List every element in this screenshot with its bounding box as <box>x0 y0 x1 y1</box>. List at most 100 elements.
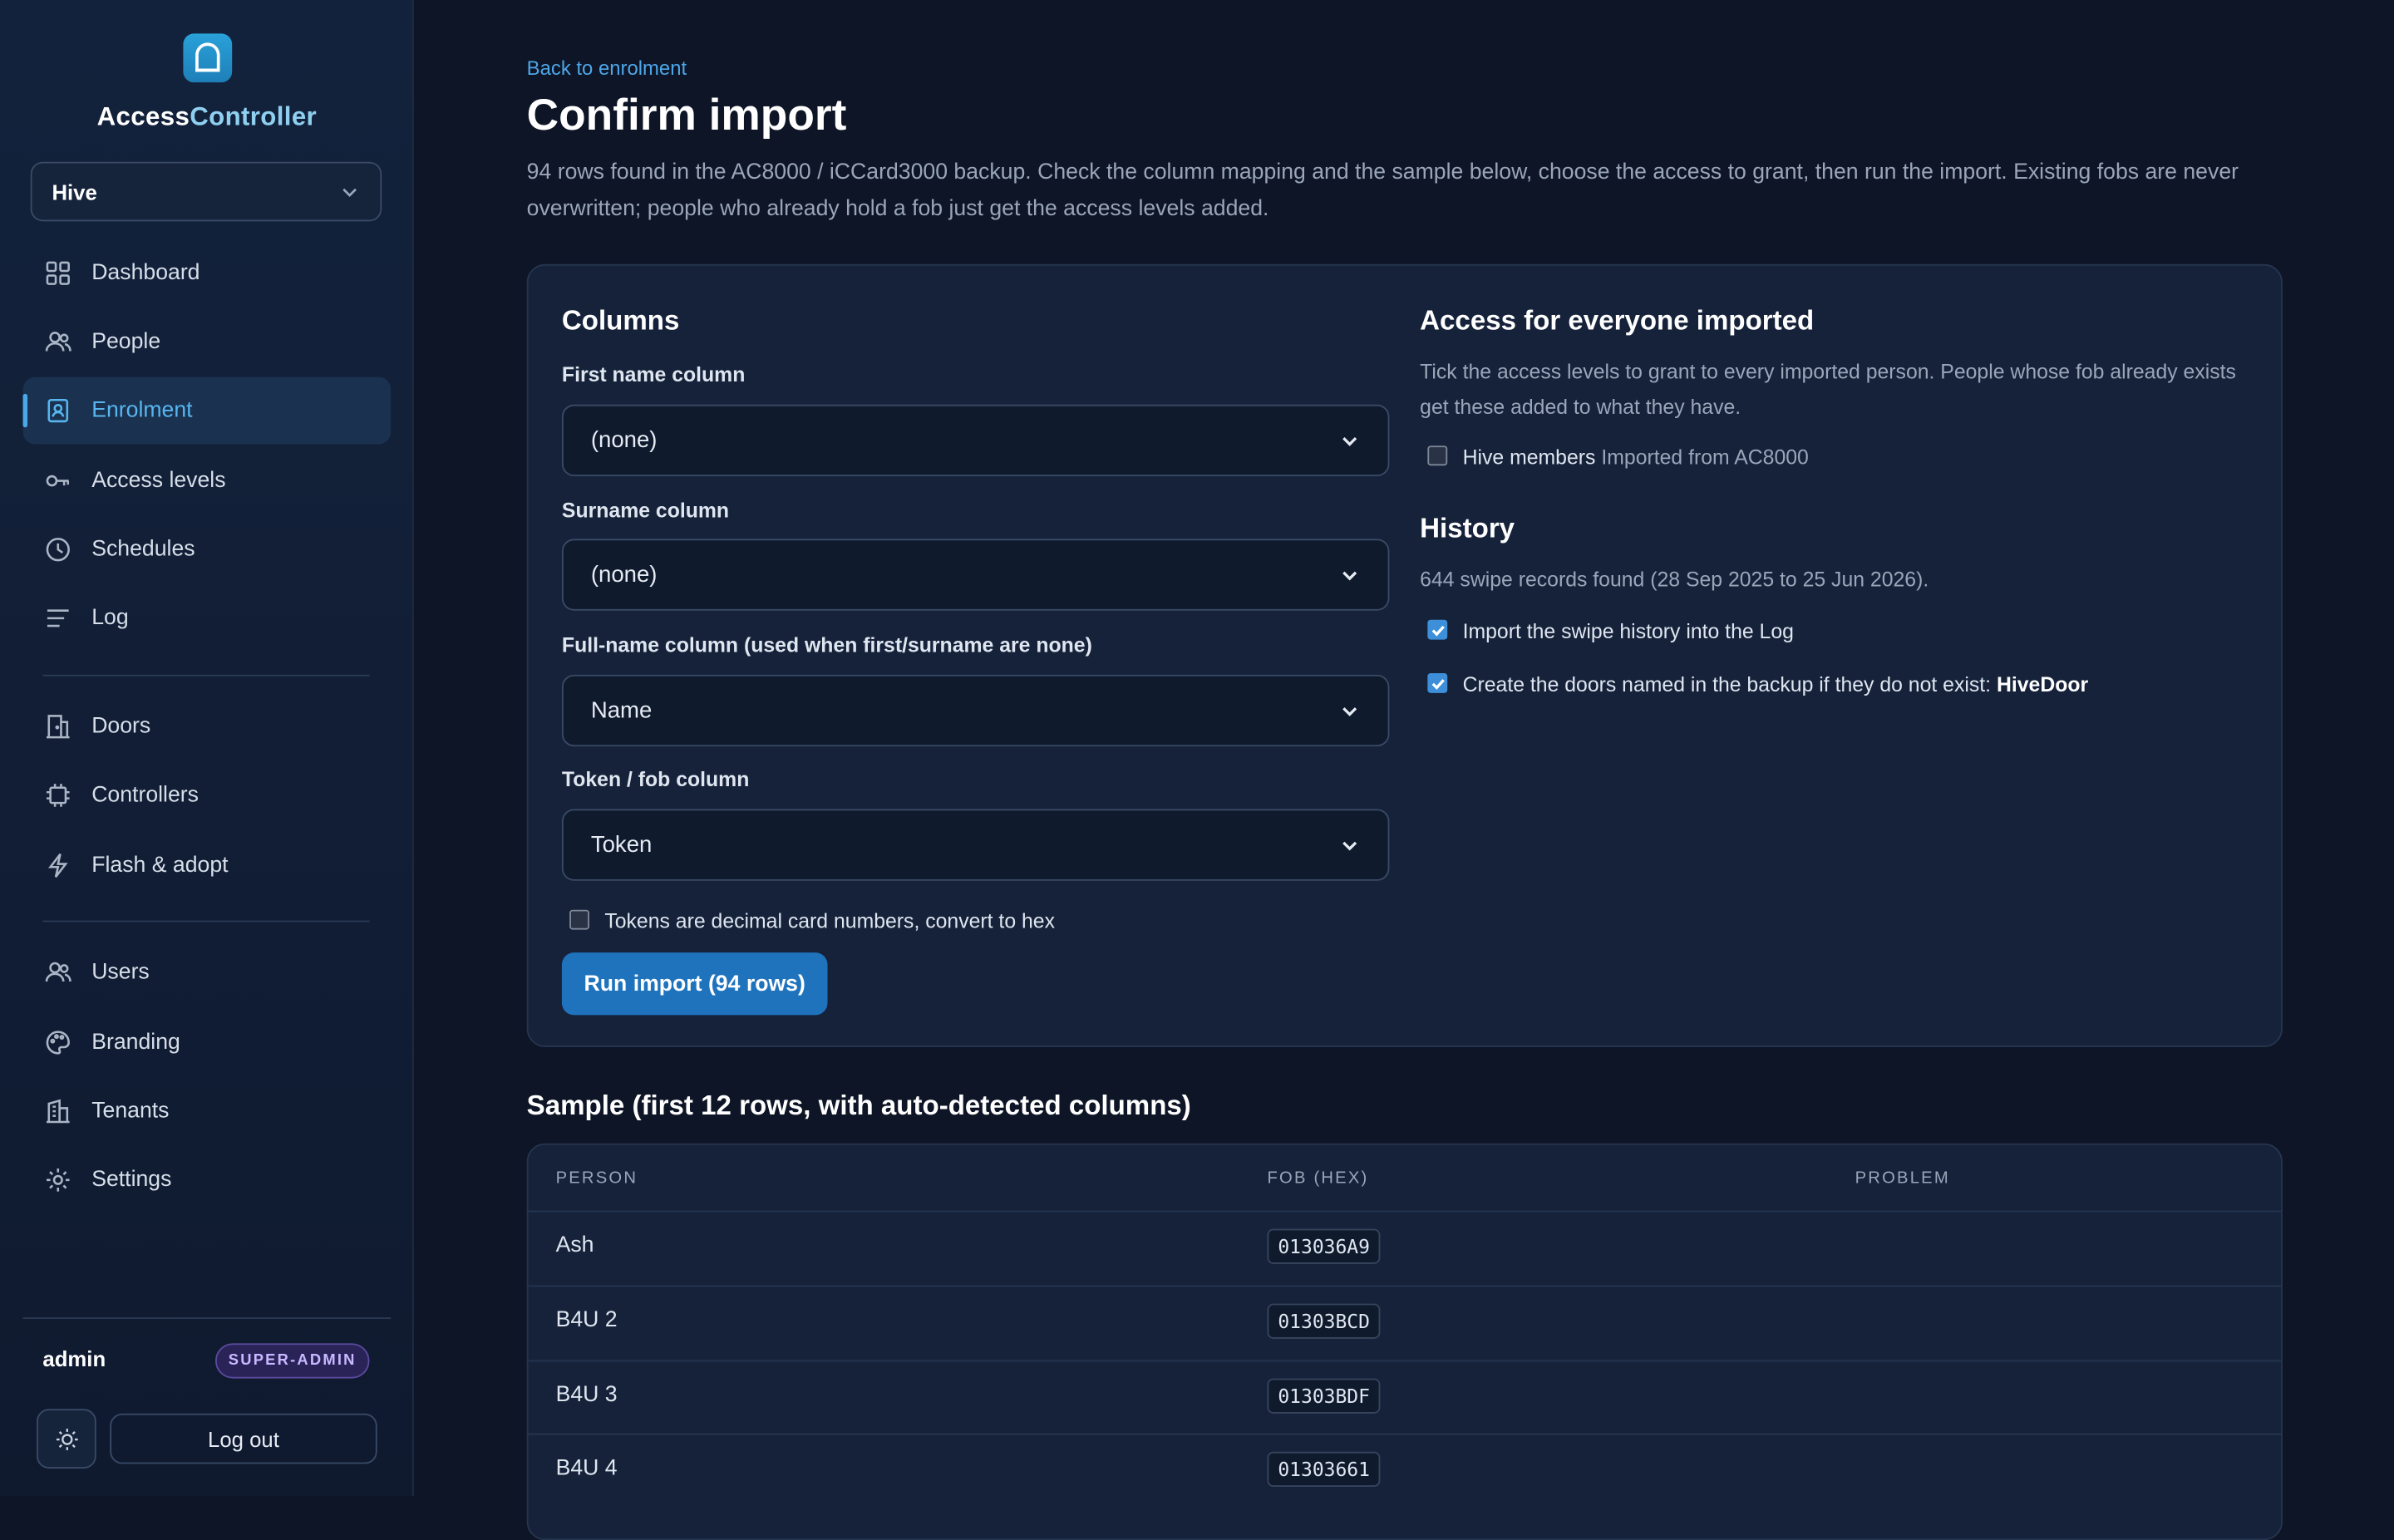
person-cell: B4U 3 <box>555 1383 618 1408</box>
column-header-fob: FOB (HEX) <box>1267 1169 1369 1188</box>
users-icon <box>44 958 71 986</box>
access-level-label: Hive members Imported from AC8000 <box>1463 445 1809 469</box>
access-description: Tick the access levels to grant to every… <box>1420 360 2236 419</box>
select-value: (none) <box>590 561 658 588</box>
nav-item-label: Enrolment <box>91 398 193 423</box>
nav-item-label: Tenants <box>91 1099 170 1124</box>
nav-item-users[interactable]: Users <box>23 939 392 1006</box>
nav-item-label: Controllers <box>91 783 199 808</box>
door-icon <box>44 713 71 740</box>
tenant-select[interactable]: Hive <box>30 161 382 222</box>
app-logo-icon[interactable] <box>183 33 233 83</box>
select-value: (none) <box>590 427 658 454</box>
theme-toggle-button[interactable] <box>37 1409 96 1469</box>
table-row: Ash 013036A9 <box>528 1210 2282 1287</box>
create-doors-checkbox[interactable] <box>1427 672 1448 693</box>
select-value: Name <box>590 697 653 724</box>
fob-cell: 013036A9 <box>1267 1228 1381 1264</box>
full-name-column-label: Full-name column (used when first/surnam… <box>561 633 1092 657</box>
decimal-tokens-checkbox[interactable] <box>569 909 589 930</box>
nav-item-label: Access levels <box>91 468 226 494</box>
tenant-select-value: Hive <box>52 179 97 204</box>
people-icon <box>44 328 71 356</box>
gear-icon <box>44 1166 71 1193</box>
table-row: B4U 2 01303BCD <box>528 1285 2282 1362</box>
nav-item-label: Users <box>91 960 150 985</box>
nav-item-branding[interactable]: Branding <box>23 1009 392 1076</box>
nav-item-label: Branding <box>91 1030 180 1055</box>
history-title: History <box>1420 513 1515 544</box>
clock-icon <box>44 536 71 563</box>
full-name-column-select[interactable]: Name <box>561 674 1390 747</box>
access-title: Access for everyone imported <box>1420 305 1815 337</box>
nav-item-doors[interactable]: Doors <box>23 693 392 760</box>
current-user-name: admin <box>42 1346 106 1371</box>
nav-item-dashboard[interactable]: Dashboard <box>23 239 392 307</box>
columns-title: Columns <box>561 305 680 337</box>
app-name: AccessController <box>96 102 318 131</box>
nav-item-controllers[interactable]: Controllers <box>23 762 392 829</box>
user-divider <box>22 1317 392 1319</box>
import-swipes-checkbox[interactable] <box>1427 619 1448 640</box>
fob-cell: 01303661 <box>1267 1451 1381 1487</box>
sun-icon <box>56 1428 77 1449</box>
role-badge: SUPER-ADMIN <box>214 1343 370 1379</box>
check-icon <box>1431 678 1444 689</box>
decimal-tokens-label: Tokens are decimal card numbers, convert… <box>604 909 1055 933</box>
nav-item-access-levels[interactable]: Access levels <box>23 447 392 514</box>
sample-table: PERSON FOB (HEX) PROBLEM Ash 013036A9 B4… <box>526 1143 2283 1540</box>
person-cell: B4U 4 <box>555 1456 618 1481</box>
import-swipes-label: Import the swipe history into the Log <box>1462 619 1794 643</box>
chevron-down-icon <box>342 187 357 197</box>
nav-item-label: People <box>91 329 161 355</box>
back-to-enrolment-link[interactable]: Back to enrolment <box>527 57 687 80</box>
enrolment-icon <box>44 397 71 425</box>
column-header-person: PERSON <box>555 1169 638 1188</box>
history-summary: 644 swipe records found (28 Sep 2025 to … <box>1420 568 1929 591</box>
nav-divider <box>42 674 370 677</box>
surname-column-select[interactable]: (none) <box>561 539 1390 611</box>
person-cell: B4U 2 <box>555 1308 618 1333</box>
fob-cell: 01303BDF <box>1267 1378 1381 1414</box>
access-level-checkbox[interactable] <box>1427 445 1448 466</box>
first-name-column-select[interactable]: (none) <box>561 404 1390 477</box>
chip-icon <box>44 781 71 809</box>
main-content: Back to enrolment Confirm import 94 rows… <box>414 0 2394 1540</box>
nav-item-label: Flash & adopt <box>91 853 229 878</box>
first-name-column-label: First name column <box>561 363 746 386</box>
nav-item-tenants[interactable]: Tenants <box>23 1078 392 1145</box>
nav-item-label: Dashboard <box>91 261 200 286</box>
run-import-button[interactable]: Run import (94 rows) <box>561 952 828 1016</box>
access-level-note: Imported from AC8000 <box>1601 445 1809 469</box>
chevron-down-icon <box>1342 436 1357 445</box>
token-column-label: Token / fob column <box>561 767 750 791</box>
chevron-down-icon <box>1342 570 1357 580</box>
nav-item-people[interactable]: People <box>23 308 392 376</box>
nav-item-log[interactable]: Log <box>23 584 392 652</box>
nav-item-enrolment[interactable]: Enrolment <box>22 376 392 445</box>
door-names: HiveDoor <box>1996 672 2089 696</box>
nav-item-settings[interactable]: Settings <box>23 1146 392 1213</box>
nav-item-label: Settings <box>91 1168 172 1193</box>
table-row: B4U 4 01303661 <box>528 1433 2282 1510</box>
nav-item-schedules[interactable]: Schedules <box>23 516 392 583</box>
nav-divider <box>42 920 370 923</box>
create-doors-label: Create the doors named in the backup if … <box>1462 672 2089 696</box>
access-level-name: Hive members <box>1462 445 1596 469</box>
select-value: Token <box>590 832 653 859</box>
column-header-problem: PROBLEM <box>1855 1169 1950 1188</box>
chevron-down-icon <box>1342 706 1357 716</box>
nav-item-flash-adopt[interactable]: Flash & adopt <box>23 832 392 899</box>
surname-column-label: Surname column <box>561 499 730 523</box>
nav-item-label: Doors <box>91 714 151 739</box>
logout-button[interactable]: Log out <box>110 1413 377 1464</box>
import-settings-card: Columns First name column (none) Surname… <box>526 263 2283 1047</box>
palette-icon <box>44 1029 71 1056</box>
log-icon <box>44 604 71 632</box>
dashboard-icon <box>44 259 71 287</box>
building-icon <box>44 1098 71 1125</box>
key-icon <box>44 467 71 494</box>
chevron-down-icon <box>1342 840 1357 850</box>
page-description: 94 rows found in the AC8000 / iCCard3000… <box>526 160 2239 222</box>
token-column-select[interactable]: Token <box>561 809 1390 881</box>
